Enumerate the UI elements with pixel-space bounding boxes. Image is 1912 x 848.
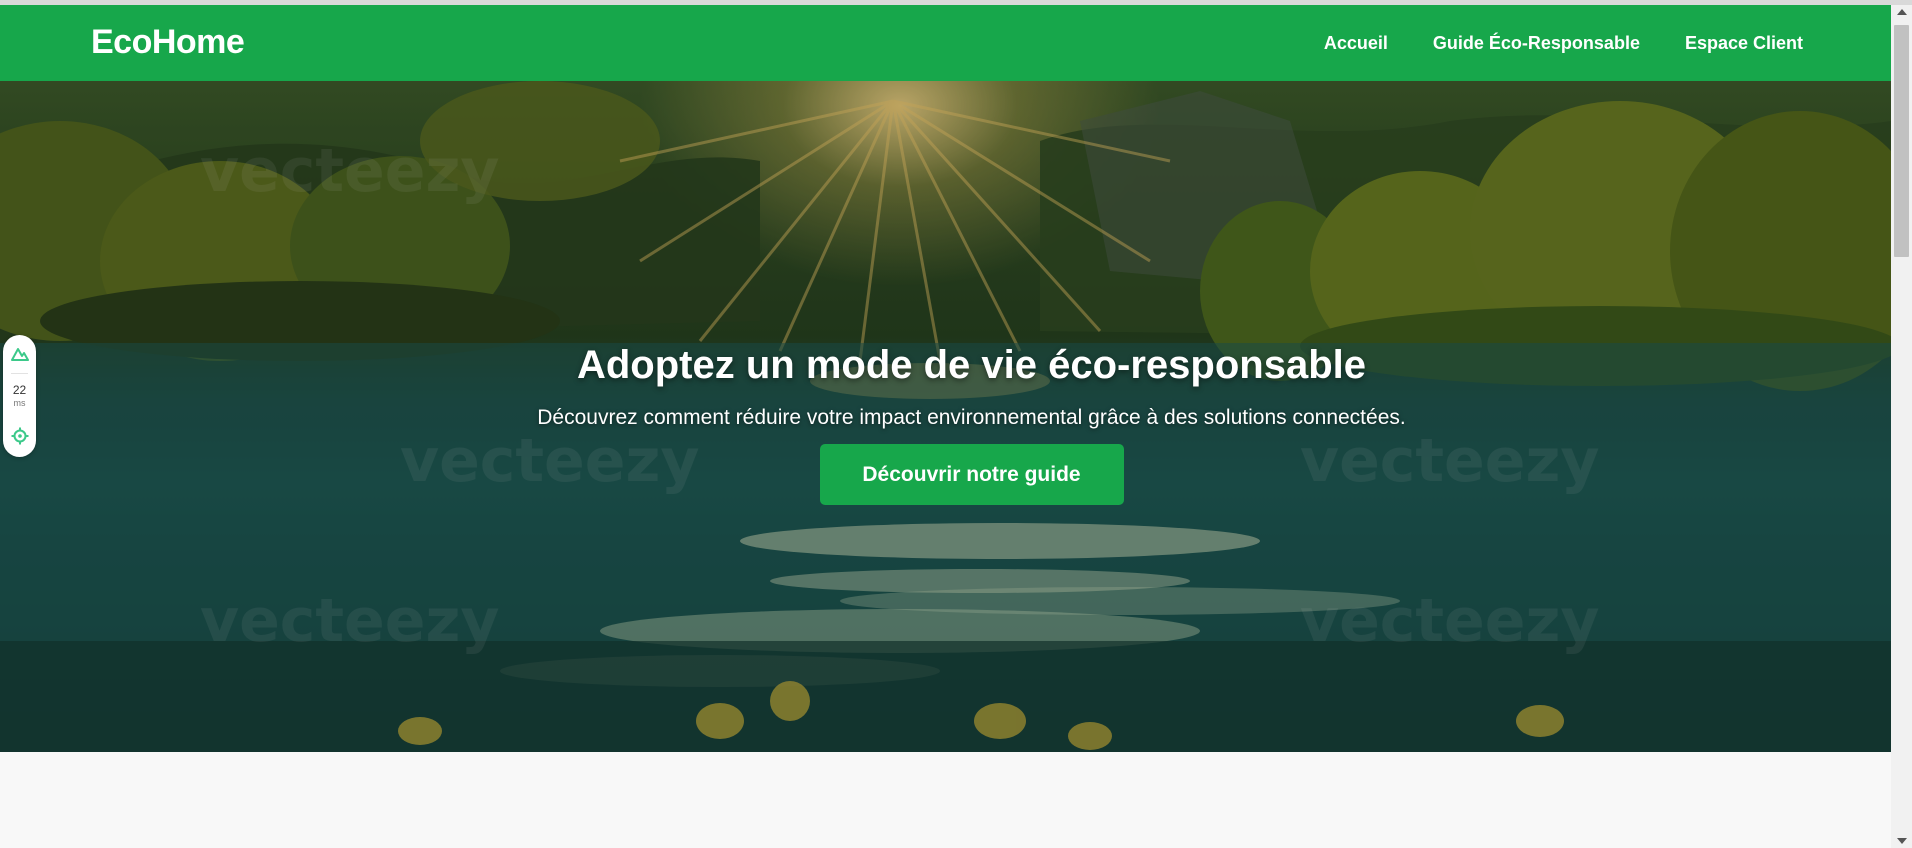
hero-section: vecteezy vecteezy vecteezy vecteezy vect…: [0, 81, 1891, 752]
latency-unit: ms: [13, 398, 26, 408]
mountain-logo-icon: [11, 348, 29, 361]
latency-value: 22: [12, 383, 27, 397]
scroll-thumb[interactable]: [1894, 25, 1909, 257]
page-scrollbar[interactable]: [1891, 5, 1912, 848]
perf-widget[interactable]: 22 ms: [3, 335, 36, 457]
nav-link-guide[interactable]: Guide Éco-Responsable: [1433, 33, 1640, 54]
nav-link-accueil[interactable]: Accueil: [1324, 33, 1388, 54]
discover-guide-button[interactable]: Découvrir notre guide: [819, 444, 1124, 505]
site-header: EcoHome Accueil Guide Éco-Responsable Es…: [0, 5, 1891, 81]
crosshair-icon[interactable]: [11, 427, 29, 445]
main-nav: Accueil Guide Éco-Responsable Espace Cli…: [1324, 33, 1803, 54]
hero-title: Adoptez un mode de vie éco-responsable: [576, 343, 1367, 387]
site-logo[interactable]: EcoHome: [91, 23, 245, 62]
scroll-down-arrow-icon[interactable]: [1897, 838, 1907, 844]
hero-content: Adoptez un mode de vie éco-responsable D…: [0, 343, 1891, 505]
hero-subtitle: Découvrez comment réduire votre impact e…: [537, 406, 1406, 429]
widget-divider: [11, 373, 28, 374]
page: EcoHome Accueil Guide Éco-Responsable Es…: [0, 5, 1891, 848]
scroll-up-arrow-icon[interactable]: [1897, 9, 1907, 15]
nav-link-espace-client[interactable]: Espace Client: [1685, 33, 1803, 54]
